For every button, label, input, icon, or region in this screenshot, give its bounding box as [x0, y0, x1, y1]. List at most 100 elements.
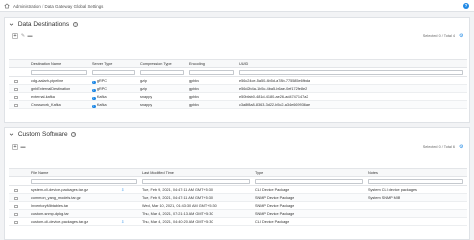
breadcrumb-separator: /	[42, 3, 44, 9]
delete-icon[interactable]: ▬	[27, 33, 33, 39]
column-header[interactable]: Compression Type	[140, 62, 172, 66]
encoding: gpbkv	[189, 95, 200, 99]
top-bar: Administration / Data Gateway Global Set…	[0, 0, 474, 12]
gear-icon[interactable]: ⚙	[459, 34, 464, 39]
package-type: SNMP Device Package	[255, 204, 295, 208]
column-header[interactable]: UUID	[239, 62, 248, 66]
column-header[interactable]: Destination Name	[31, 62, 61, 66]
table-header: Destination Name Server Type Compression…	[9, 60, 467, 68]
custom-software-table: File Name Last Modified Time Type Notes …	[9, 168, 467, 240]
server-type: i gRPC	[92, 79, 108, 85]
compression-type: gzip	[140, 79, 147, 83]
table-row[interactable]: custom-snmp-dpkg.tar Thu, Mar 4, 2021, 0…	[9, 210, 467, 218]
file-name: system-cli-device-packages.tar.gz	[31, 188, 88, 192]
chevron-down-icon[interactable]	[9, 132, 14, 137]
column-header[interactable]: Server Type	[92, 62, 112, 66]
uuid: e56d2b4a-1b5c-4ba5-b6ae-0ef172fe8e2	[239, 87, 308, 91]
gear-icon[interactable]: ⚙	[459, 145, 464, 150]
row-checkbox[interactable]	[14, 204, 18, 208]
filter-input[interactable]	[255, 179, 363, 184]
uuid: c3a8f8a8-8363-3d22-b5c2-a34e669936ae	[239, 103, 311, 107]
column-header[interactable]: Encoding	[189, 62, 205, 66]
row-checkbox[interactable]	[14, 212, 18, 216]
filter-row	[9, 68, 467, 77]
filter-input[interactable]	[31, 179, 137, 184]
add-button[interactable]: +	[12, 33, 18, 39]
filter-input[interactable]	[140, 70, 184, 75]
column-header[interactable]: File Name	[31, 171, 48, 175]
column-header[interactable]: Notes	[368, 171, 378, 175]
last-modified: Thu, Mar 4, 2021, 04:40:20 AM GMT+5:30	[142, 220, 214, 224]
column-header[interactable]: Type	[255, 171, 263, 175]
home-icon[interactable]	[4, 3, 10, 9]
info-icon[interactable]: ?	[72, 21, 78, 27]
table-row[interactable]: external-kafka i Kafka snappy gpbkv e50bf…	[9, 93, 467, 101]
package-type: CLI Device Package	[255, 188, 290, 192]
encoding: gpbkv	[189, 87, 200, 91]
package-type: CLI Device Package	[255, 220, 290, 224]
table-row[interactable]: custom-cli-device-packages.tar.gz ⇩ Thu,…	[9, 218, 467, 226]
compression-type: snappy	[140, 103, 153, 107]
package-type: SNMP Device Package	[255, 212, 295, 216]
table-row[interactable]: Crosswork_Kafka i Kafka snappy gpbkv c3a8…	[9, 101, 467, 109]
info-icon[interactable]: ?	[71, 131, 77, 137]
row-checkbox[interactable]	[14, 188, 18, 192]
table-row[interactable]: cdg-aalarh-pipeline i gRPC gzip gpbkv e56…	[9, 77, 467, 85]
table-row[interactable]: common_yang_models.tar.gz Tue, Feb 9, 20…	[9, 194, 467, 202]
filter-input[interactable]	[142, 179, 250, 184]
filter-input[interactable]	[92, 70, 135, 75]
delete-icon[interactable]: ▬	[20, 144, 26, 150]
custom-software-toolbar: + ▬	[9, 144, 467, 152]
download-icon[interactable]: ⇩	[121, 188, 125, 192]
table-header: File Name Last Modified Time Type Notes	[9, 169, 467, 177]
server-type-label: gRPC	[96, 87, 108, 91]
breadcrumb: Administration / Data Gateway Global Set…	[13, 4, 103, 9]
edit-icon[interactable]: ✎	[20, 33, 26, 39]
destination-name: Crosswork_Kafka	[31, 103, 61, 107]
notes: System SNMP MIB	[368, 196, 401, 200]
uuid: e56c24ce-5a50-4b5d-a78b-775585e6fbda	[239, 79, 311, 83]
row-checkbox[interactable]	[14, 196, 18, 200]
table-row[interactable]: gnbExternalDestination i gRPC gzip gpbkv …	[9, 85, 467, 93]
filter-input[interactable]	[189, 70, 234, 75]
server-type-icon: i	[92, 95, 96, 101]
last-modified: Tue, Feb 9, 2021, 04:47:11 AM GMT+5:30	[142, 196, 214, 200]
last-modified: Thu, Mar 4, 2021, 07:21:13 AM GMT+5:30	[142, 212, 214, 216]
data-destinations-title: Data Destinations	[17, 21, 70, 28]
custom-software-panel: Custom Software ? + ▬ Selected 0 / Total…	[4, 127, 470, 240]
file-name: common_yang_models.tar.gz	[31, 196, 81, 200]
encoding: gpbkv	[189, 103, 200, 107]
row-checkbox[interactable]	[14, 79, 18, 83]
custom-software-selected-count: Selected 0 / Total 6	[422, 145, 455, 149]
custom-software-header[interactable]: Custom Software ?	[9, 131, 77, 138]
filter-input[interactable]	[368, 179, 463, 184]
destination-name: cdg-aalarh-pipeline	[31, 79, 64, 83]
server-type-label: gRPC	[96, 79, 108, 83]
row-checkbox[interactable]	[14, 87, 18, 91]
chevron-down-icon[interactable]	[9, 22, 14, 27]
uuid: e50bfab0-481d-4180-ae26-ad4747147a2	[239, 95, 309, 99]
server-type: i Kafka	[92, 95, 107, 101]
compression-type: snappy	[140, 95, 153, 99]
add-button[interactable]: +	[12, 144, 18, 150]
data-destinations-toolbar: + ✎ ▬	[9, 32, 467, 40]
breadcrumb-parent[interactable]: Administration	[13, 4, 41, 9]
row-checkbox[interactable]	[14, 95, 18, 99]
help-icon[interactable]: ?	[463, 3, 469, 9]
data-destinations-header[interactable]: Data Destinations ?	[9, 21, 78, 28]
row-checkbox[interactable]	[14, 220, 18, 224]
table-row[interactable]: InventoryMibtables.tar Wed, Mar 10, 2021…	[9, 202, 467, 210]
filter-input[interactable]	[239, 70, 463, 75]
server-type-label: Kafka	[96, 103, 107, 107]
column-header[interactable]: Last Modified Time	[142, 171, 174, 175]
download-icon[interactable]: ⇩	[121, 220, 125, 224]
file-name: custom-snmp-dpkg.tar	[31, 212, 69, 216]
encoding: gpbkv	[189, 79, 200, 83]
destination-name: gnbExternalDestination	[31, 87, 71, 91]
filter-row	[9, 177, 467, 186]
row-checkbox[interactable]	[14, 103, 18, 107]
table-row[interactable]: system-cli-device-packages.tar.gz ⇩ Tue,…	[9, 186, 467, 194]
filter-input[interactable]	[31, 70, 87, 75]
server-type-icon: i	[92, 79, 96, 85]
server-type-icon: i	[92, 87, 96, 93]
